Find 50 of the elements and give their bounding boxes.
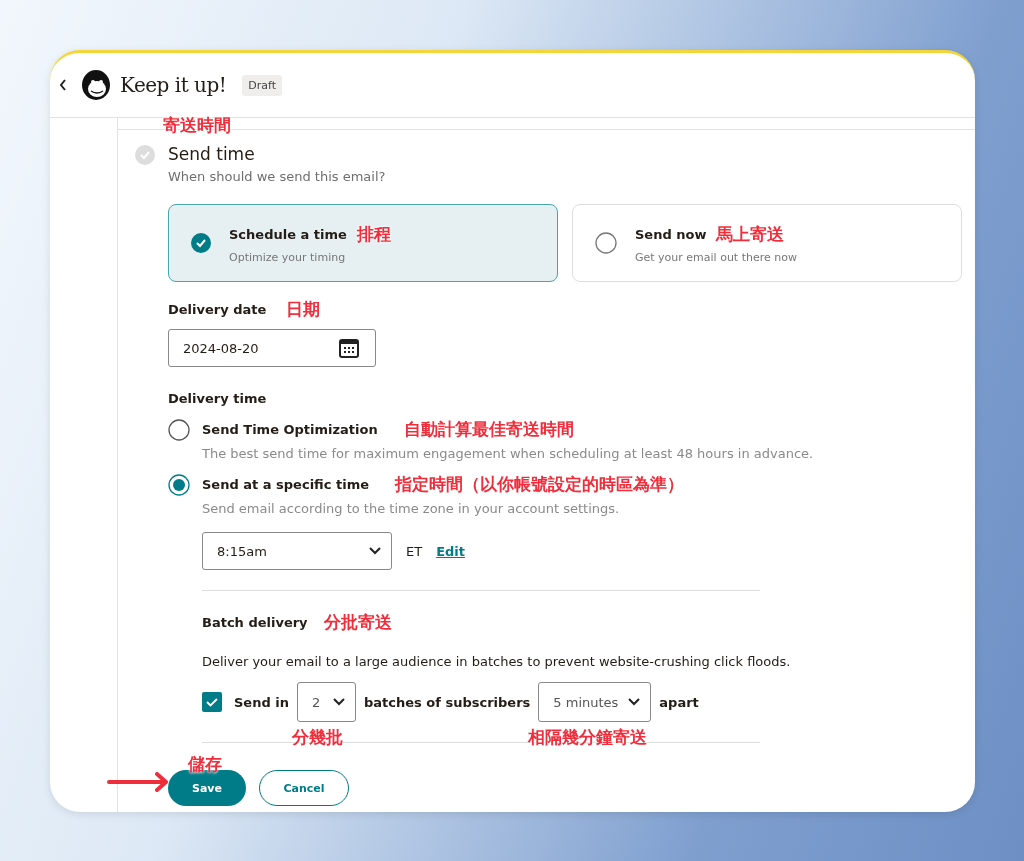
annotation-text: 排程: [356, 222, 391, 246]
choice-description: The best send time for maximum engagement when scheduling at least 48 hours in advance.: [202, 446, 815, 461]
radio-button[interactable]: [168, 473, 190, 496]
timezone-label: ET: [406, 543, 423, 559]
option-card[interactable]: Send now 馬上寄送 Get your email out there now: [572, 204, 962, 282]
field-label: Delivery date: [168, 302, 267, 317]
annotation-text: 分批寄送: [323, 611, 392, 634]
choice-description: Send email according to the time zone in your account settings.: [202, 501, 621, 516]
annotation-text: 指定時間（以你帳號設定的時區為準）: [395, 473, 684, 496]
option-title: Schedule a time: [229, 226, 347, 242]
chevron-down-icon: [369, 547, 381, 555]
radio-icon: [595, 232, 617, 254]
check-circle-icon: [135, 145, 155, 165]
annotation-text: 寄送時間: [163, 114, 231, 137]
batch-label: Send in: [234, 694, 289, 710]
annotation-text: 馬上寄送: [716, 222, 785, 246]
arrow-icon: [107, 772, 171, 792]
draft-badge: Draft: [242, 74, 282, 96]
section-title: Send time: [168, 144, 256, 164]
annotation-text: 日期: [286, 298, 321, 321]
batch-label: batches of subscribers: [364, 694, 531, 710]
back-icon[interactable]: [58, 78, 68, 92]
option-title: Send now: [635, 226, 707, 242]
edit-link[interactable]: Edit: [436, 543, 465, 559]
app-title: Keep it up!: [120, 73, 227, 97]
option-subtitle: Optimize your timing: [229, 250, 347, 264]
chevron-down-icon: [628, 698, 641, 706]
batch-label: apart: [659, 694, 699, 710]
date-field[interactable]: 2024-08-20: [168, 329, 376, 367]
checkbox[interactable]: [202, 692, 222, 712]
calendar-icon: [339, 338, 359, 358]
annotation-text: 分幾批: [292, 726, 343, 749]
radio-button[interactable]: [168, 418, 190, 441]
annotation-text: 自動計算最佳寄送時間: [403, 418, 574, 441]
option-card[interactable]: Schedule a time 排程 Optimize your timing: [168, 204, 558, 282]
interval-select[interactable]: 5 minutes: [538, 682, 652, 722]
monkey-head-icon: [80, 68, 112, 102]
field-label: Delivery time: [168, 391, 268, 406]
annotation-text: 相隔幾分鐘寄送: [528, 726, 648, 749]
chevron-down-icon: [333, 698, 345, 706]
choice-label: Send at a specific time: [202, 477, 369, 492]
choice-label: Send Time Optimization: [202, 422, 378, 437]
check-circle-icon: [191, 233, 211, 253]
batch-count-select[interactable]: 2: [297, 682, 356, 722]
cancel-button[interactable]: Cancel: [259, 770, 349, 806]
batch-description: Deliver your email to a large audience in batches to prevent website-crushing click floods.: [202, 654, 792, 669]
section-heading: Batch delivery: [202, 615, 308, 630]
time-select[interactable]: 8:15am: [202, 532, 392, 570]
section-subtitle: When should we send this email?: [168, 169, 387, 184]
option-subtitle: Get your email out there now: [635, 250, 797, 264]
